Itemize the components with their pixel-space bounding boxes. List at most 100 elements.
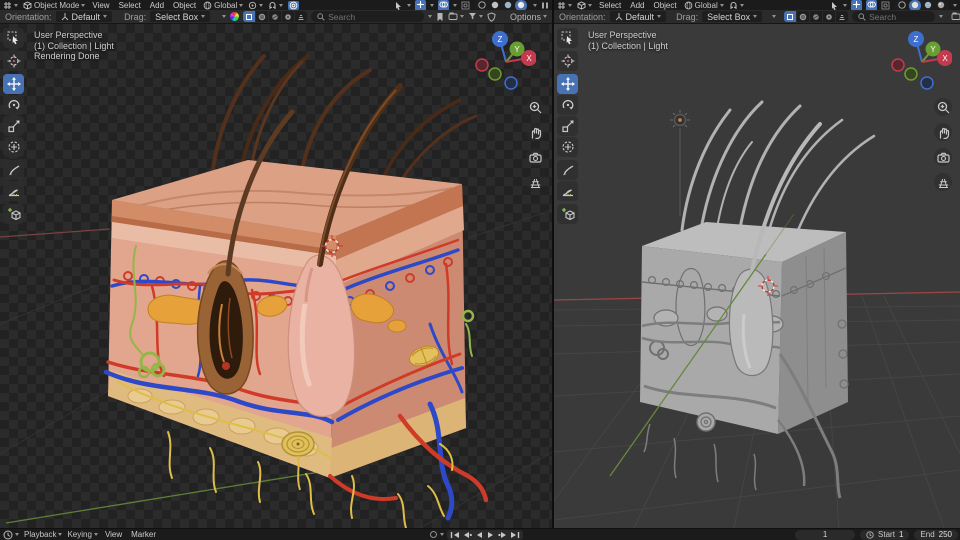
shading-material-button[interactable] [922,0,934,10]
proportional-edit-toggle[interactable] [288,1,299,10]
play-button[interactable] [485,530,497,540]
shading-solid-button[interactable] [909,0,921,10]
pan-hand-button[interactable] [934,123,952,141]
menu-add[interactable]: Add [628,1,646,10]
prev-keyframe-button[interactable] [461,530,473,540]
tool-rotate[interactable] [3,95,24,115]
search-input[interactable] [328,12,418,22]
tool-rotate[interactable] [557,95,578,115]
tool-scale[interactable] [3,116,24,136]
drag-select[interactable]: Select Box [702,11,762,22]
menu-playback[interactable]: Playback [24,530,62,539]
tool-move[interactable] [3,74,24,94]
tool-measure[interactable] [557,181,578,201]
camera-view-button[interactable] [526,148,544,166]
snap-dropdown[interactable] [268,1,283,10]
pause-icon[interactable] [541,1,549,10]
tool-select-box[interactable] [3,28,24,48]
xray-toggle-icon[interactable] [881,1,890,10]
toggle-vertex[interactable] [256,11,268,22]
xray-toggle-icon[interactable] [461,1,470,10]
toggle-volume[interactable] [295,11,307,22]
menu-view[interactable]: View [103,530,124,539]
camera-view-button[interactable] [934,148,952,166]
gizmo-toggle[interactable] [851,0,862,10]
toggle-increment[interactable] [784,11,796,22]
shading-rendered-button[interactable] [935,0,947,10]
jump-to-start-button[interactable] [449,530,461,540]
color-wheel-icon[interactable] [230,12,239,21]
select-cursor-icon[interactable] [394,1,403,10]
menu-keying[interactable]: Keying [67,530,97,539]
menu-select[interactable]: Select [597,1,623,10]
navigation-gizmo[interactable]: Z Y X [888,28,952,94]
play-reverse-button[interactable] [473,530,485,540]
pan-hand-button[interactable] [526,123,544,141]
tool-add-cube[interactable] [3,204,24,224]
shading-solid-button[interactable] [489,0,501,10]
tool-add-cube[interactable] [557,204,578,224]
start-frame-field[interactable]: Start 1 [860,530,909,540]
snap-dropdown[interactable] [729,1,744,10]
toggle-face[interactable] [282,11,294,22]
select-cursor-icon[interactable] [830,1,839,10]
orientation-select[interactable]: Default [610,11,667,22]
toggle-edge[interactable] [810,11,822,22]
filter-dropdown[interactable] [468,12,483,21]
tool-annotate[interactable] [3,160,24,180]
overlays-toggle[interactable] [438,0,449,10]
chevron-down-icon[interactable] [222,15,226,18]
current-frame-field[interactable]: 1 [795,530,855,540]
collection-dropdown[interactable] [951,12,960,21]
shading-wireframe-button[interactable] [896,0,908,10]
shading-material-button[interactable] [502,0,514,10]
toggle-face[interactable] [823,11,835,22]
menu-add[interactable]: Add [148,1,166,10]
zoom-button[interactable] [526,98,544,116]
auto-key-button[interactable] [430,531,437,538]
viewport-canvas-right[interactable]: User Perspective (1) Collection | Light [554,24,960,528]
bookmark-icon[interactable] [436,12,444,22]
editor-type-button[interactable] [557,1,572,10]
tool-scale[interactable] [557,116,578,136]
tool-measure[interactable] [3,181,24,201]
menu-object[interactable]: Object [171,1,198,10]
search-box[interactable] [311,11,424,22]
toggle-increment[interactable] [243,11,255,22]
next-keyframe-button[interactable] [497,530,509,540]
zoom-button[interactable] [934,98,952,116]
menu-select[interactable]: Select [117,1,143,10]
options-dropdown[interactable]: Options [510,12,547,22]
tool-select-box[interactable] [557,28,578,48]
toggle-vertex[interactable] [797,11,809,22]
drag-select[interactable]: Select Box [150,11,210,22]
perspective-toggle-button[interactable] [934,173,952,191]
shading-wireframe-button[interactable] [476,0,488,10]
overlays-toggle[interactable] [866,0,877,10]
perspective-toggle-button[interactable] [526,173,544,191]
tool-transform[interactable] [557,137,578,157]
mode-dropdown[interactable]: Object Mode [23,1,85,10]
tool-transform[interactable] [3,137,24,157]
editor-type-button[interactable] [3,530,19,540]
editor-type-button[interactable] [3,1,18,10]
viewport-canvas-left[interactable]: User Perspective (1) Collection | Light … [0,24,552,528]
search-box[interactable] [852,11,935,22]
chevron-down-icon[interactable] [428,15,432,18]
menu-marker[interactable]: Marker [129,530,158,539]
search-input[interactable] [869,12,929,22]
shield-icon[interactable] [487,12,496,22]
end-frame-field[interactable]: End 250 [914,530,958,540]
pivot-dropdown[interactable] [248,1,263,10]
toggle-volume[interactable] [836,11,848,22]
tool-annotate[interactable] [557,160,578,180]
menu-object[interactable]: Object [651,1,678,10]
tool-move[interactable] [557,74,578,94]
chevron-down-icon[interactable] [939,15,943,18]
tool-cursor[interactable] [3,51,24,71]
chevron-down-icon[interactable] [440,533,444,536]
jump-to-end-button[interactable] [509,530,521,540]
menu-view[interactable]: View [90,1,111,10]
mode-dropdown[interactable] [577,1,592,10]
collection-dropdown[interactable] [448,12,464,21]
